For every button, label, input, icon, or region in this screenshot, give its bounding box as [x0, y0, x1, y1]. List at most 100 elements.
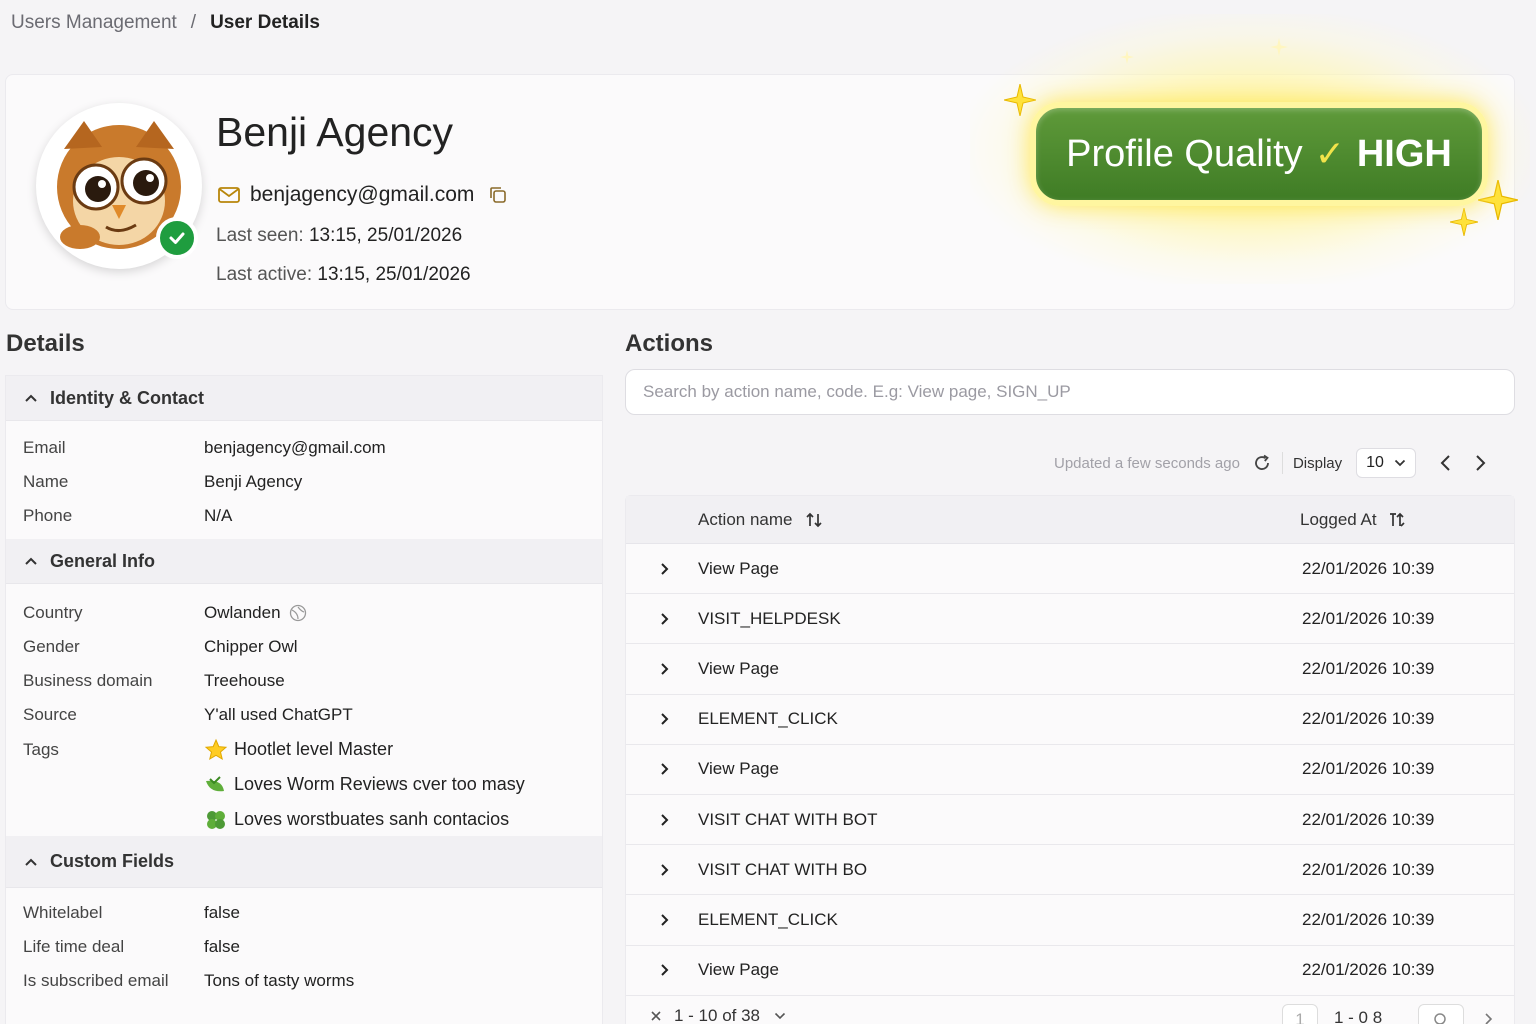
detail-value: false [204, 937, 240, 956]
action-name-cell: ELEMENT_CLICK [698, 709, 838, 729]
detail-value: Benji Agency [204, 472, 303, 491]
identity-contact-header[interactable]: Identity & Contact [6, 376, 602, 421]
expand-row-button[interactable] [626, 612, 698, 626]
expand-row-button[interactable] [626, 863, 698, 877]
chevron-right-icon [661, 763, 669, 776]
expand-row-button[interactable] [626, 762, 698, 776]
expand-row-button[interactable] [626, 963, 698, 977]
refresh-icon[interactable] [1252, 453, 1272, 473]
close-icon[interactable] [650, 1010, 662, 1022]
detail-key: Is subscribed email [23, 971, 169, 990]
globe-icon [289, 604, 306, 622]
detail-row-gender: Gender Chipper Owl [6, 630, 602, 664]
custom-fields-header[interactable]: Custom Fields [6, 836, 602, 888]
logged-at-cell: 22/01/2026 10:39 [1302, 658, 1435, 678]
table-row[interactable]: ELEMENT_CLICK 22/01/2026 10:39 [626, 695, 1514, 745]
chevron-right-icon [661, 562, 669, 575]
sparkle-icon [1270, 38, 1288, 56]
table-row[interactable]: VISIT_HELPDESK 22/01/2026 10:39 [626, 594, 1514, 645]
copy-icon[interactable] [488, 185, 508, 205]
tag-list: Hootlet level Master Loves Worm Reviews … [204, 732, 525, 837]
detail-key: Business domain [23, 671, 153, 690]
chevron-right-icon [661, 813, 669, 826]
page-size-select[interactable]: 10 [1356, 448, 1417, 478]
sparkle-icon [1450, 208, 1478, 236]
country-value: Owlanden [204, 603, 281, 622]
table-row[interactable]: View Page 22/01/2026 10:39 [626, 544, 1514, 595]
action-name-cell: View Page [698, 658, 779, 678]
action-name-cell: View Page [698, 759, 779, 779]
page-number: 1 [1295, 1009, 1305, 1024]
detail-row-lifetime-deal: Life time deal false [6, 930, 602, 964]
table-row[interactable]: VISIT CHAT WITH BO 22/01/2026 10:39 [626, 845, 1514, 896]
last-active-value: 13:15, 25/01/2026 [317, 264, 471, 285]
table-row[interactable]: View Page 22/01/2026 10:39 [626, 946, 1514, 996]
detail-row-phone: Phone N/A [6, 499, 602, 533]
sort-icon[interactable] [805, 511, 823, 529]
actions-section-title: Actions [625, 330, 714, 357]
chevron-right-icon [661, 663, 669, 675]
general-info-header[interactable]: General Info [6, 539, 602, 584]
chevron-right-icon [661, 864, 669, 876]
expand-row-button[interactable] [626, 662, 698, 676]
footer-search-button[interactable] [1418, 1003, 1464, 1024]
check-icon [169, 232, 185, 244]
general-info-body: Country Owlanden Gender Chipper Owl Busine… [6, 584, 602, 836]
identity-contact-title: Identity & Contact [50, 387, 205, 408]
detail-row-source: Source Y'all used ChatGPT [6, 698, 602, 732]
expand-row-button[interactable] [626, 562, 698, 576]
chevron-right-icon[interactable] [1484, 1012, 1494, 1024]
details-panel: Identity & Contact Email benjagency@gmail… [5, 375, 603, 1024]
detail-key: Name [23, 472, 69, 491]
table-row[interactable]: ELEMENT_CLICK 22/01/2026 10:39 [626, 895, 1514, 946]
pagination-nav [1436, 453, 1490, 473]
logged-at-cell: 22/01/2026 10:39 [1302, 809, 1435, 829]
action-name-cell: View Page [698, 558, 779, 578]
profile-quality-level: HIGH [1356, 132, 1452, 175]
chevron-down-icon[interactable] [774, 1012, 786, 1020]
detail-row-name: Name Benji Agency [6, 465, 602, 499]
next-page-icon[interactable] [1470, 453, 1490, 473]
table-row[interactable]: VISIT CHAT WITH BOT 22/01/2026 10:39 [626, 795, 1514, 846]
action-name-cell: VISIT_HELPDESK [698, 608, 841, 628]
chevron-up-icon [25, 394, 37, 402]
detail-value: Y'all used ChatGPT [204, 705, 353, 724]
table-row[interactable]: View Page 22/01/2026 10:39 [626, 745, 1514, 795]
action-search-input[interactable] [625, 369, 1515, 415]
sort-icon[interactable] [1387, 511, 1407, 529]
profile-name: Benji Agency [216, 109, 454, 155]
last-seen: Last seen: 13:15, 25/01/2026 [216, 225, 462, 247]
general-info-title: General Info [50, 550, 156, 571]
tag-label: Loves worstbuates sanh contacios [234, 809, 510, 829]
detail-key: Gender [23, 637, 80, 656]
clover-icon [207, 810, 225, 829]
expand-row-button[interactable] [626, 913, 698, 927]
updated-status: Updated a few seconds ago [1054, 454, 1240, 472]
custom-fields-body: Whitelabel false Life time deal false Is s… [6, 888, 602, 1002]
detail-row-business-domain: Business domain Treehouse [6, 664, 602, 698]
table-row[interactable]: View Page 22/01/2026 10:39 [626, 644, 1514, 695]
verified-badge [156, 217, 198, 259]
tag-label: Loves Worm Reviews cver too masy [234, 774, 525, 794]
column-label: Action name [698, 509, 793, 529]
chevron-up-icon [25, 557, 37, 565]
breadcrumb: Users Management / User Details [11, 12, 320, 34]
details-section-title: Details [6, 330, 85, 357]
column-action-name[interactable]: Action name [698, 510, 1300, 530]
detail-key: Whitelabel [23, 903, 103, 922]
chevron-right-icon [661, 613, 669, 625]
expand-row-button[interactable] [626, 712, 698, 726]
tag-item: Loves worstbuates sanh contacios [204, 802, 525, 837]
sparkle-icon [1120, 50, 1134, 64]
chevron-right-icon [661, 964, 669, 976]
page-number-box[interactable]: 1 [1282, 1003, 1318, 1024]
column-logged-at[interactable]: Logged At [1300, 510, 1407, 530]
previous-page-icon[interactable] [1436, 453, 1456, 473]
detail-row-email: Email benjagency@gmail.com [6, 431, 602, 465]
column-label: Logged At [1300, 509, 1377, 529]
detail-row-subscribed-email: Is subscribed email Tons of tasty worms [6, 964, 602, 998]
detail-value: false [204, 903, 240, 922]
breadcrumb-users-management[interactable]: Users Management [11, 12, 177, 34]
expand-row-button[interactable] [626, 813, 698, 827]
action-name-cell: VISIT CHAT WITH BOT [698, 809, 878, 829]
